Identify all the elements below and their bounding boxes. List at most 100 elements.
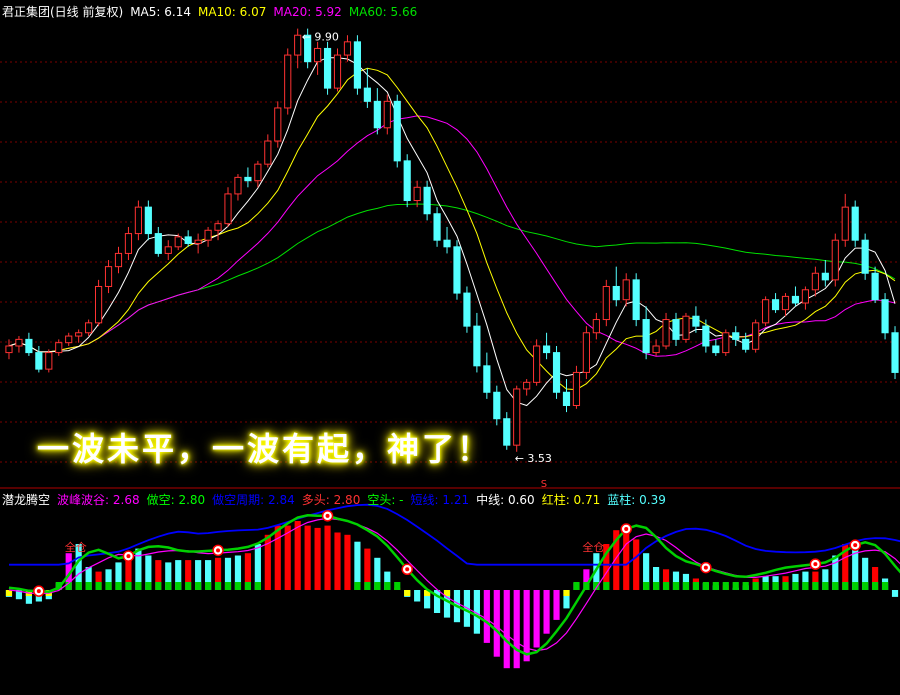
indicator-bar-base — [244, 582, 251, 590]
indicator-bar — [314, 527, 321, 590]
indicator-bar — [304, 525, 311, 590]
candle-body — [224, 193, 232, 225]
candle-body — [284, 54, 292, 109]
candle-body — [712, 345, 720, 354]
indicator-bar-base — [702, 582, 709, 590]
indicator-bar — [891, 590, 899, 597]
sell-marker: S — [541, 479, 547, 490]
candle-body — [821, 272, 829, 281]
ind-short-cycle: 做空周期: 2.84 — [212, 493, 295, 507]
indicator-bar-base — [404, 590, 411, 596]
candle-body — [473, 325, 481, 367]
indicator-bar-base — [374, 582, 381, 590]
indicator-bar — [623, 525, 630, 590]
indicator-series: 全仓 全仓 — [5, 503, 900, 669]
indicator-bar-base — [364, 582, 371, 590]
indicator-bar-base — [115, 582, 122, 590]
indicator-bar-base — [852, 582, 859, 590]
chart-canvas: 全仓 全仓 ← 9.90 ← 3.53 S — [0, 28, 900, 669]
ind-wave: 波峰波谷: 2.68 — [57, 493, 140, 507]
candle-body — [134, 206, 142, 235]
signal-marker-dot — [216, 548, 221, 553]
candle-body — [503, 418, 511, 446]
indicator-bar-base — [145, 582, 152, 590]
ma5-label: MA5: 6.14 — [130, 5, 191, 19]
indicator-bar-base — [135, 582, 142, 590]
candle-body — [552, 352, 561, 393]
candle-body — [75, 332, 83, 337]
candle-body — [15, 338, 23, 347]
indicator-header: 潜龙腾空 波峰波谷: 2.68 做空: 2.80 做空周期: 2.84 多头: 2.80… — [2, 491, 673, 508]
indicator-bar-base — [205, 582, 212, 590]
stock-title: 君正集团(日线 前复权) — [2, 5, 124, 19]
candle-body — [294, 34, 302, 56]
candle-body — [314, 47, 322, 63]
indicator-bar-base — [832, 582, 839, 590]
candle-body — [403, 160, 411, 202]
kline-header: 君正集团(日线 前复权) MA5: 6.14 MA10: 6.07 MA20: 5.9… — [2, 3, 424, 20]
indicator-bar — [513, 590, 520, 669]
candle-body — [692, 315, 700, 327]
indicator-bar — [274, 525, 281, 590]
chart-window: { "header": { "title": "君正集团(日线 前复权)", "… — [0, 0, 900, 695]
candle-body — [632, 279, 640, 321]
signal-marker-dot — [36, 589, 41, 594]
indicator-name: 潜龙腾空 — [2, 493, 51, 507]
candle-body — [393, 100, 401, 162]
signal-marker-dot — [405, 567, 410, 572]
indicator-bar-base — [732, 582, 739, 590]
indicator-bar-base — [792, 582, 799, 590]
candle-body — [114, 252, 123, 268]
candle-body — [562, 391, 571, 406]
candle-body — [592, 319, 600, 334]
candle-body — [5, 345, 13, 354]
candle-body — [433, 213, 441, 241]
candlestick-series — [5, 28, 899, 452]
candle-body — [264, 140, 272, 165]
indicator-bar-base — [354, 582, 361, 590]
candle-body — [483, 365, 491, 393]
indicator-bar — [543, 590, 550, 634]
candle-body — [861, 239, 869, 274]
candle-body — [523, 381, 531, 390]
indicator-bar-base — [672, 582, 680, 590]
candle-body — [65, 335, 73, 344]
candle-body — [752, 322, 760, 350]
candle-body — [493, 391, 501, 420]
candle-body — [184, 236, 192, 245]
indicator-bar-base — [85, 582, 92, 590]
candle-body — [234, 176, 242, 195]
candle-body — [413, 186, 421, 202]
candle-body — [513, 388, 521, 446]
candle-body — [353, 41, 362, 89]
indicator-bar-base — [105, 582, 112, 590]
signal-marker-dot — [126, 554, 131, 559]
candle-body — [423, 186, 431, 215]
candle-body — [144, 206, 152, 235]
signal-marker-dot — [624, 527, 629, 532]
indicator-bar — [483, 590, 490, 643]
ind-long: 多头: 2.80 — [301, 493, 361, 507]
indicator-bar-base — [175, 582, 182, 590]
indicator-bar-base — [195, 582, 202, 590]
indicator-bar-base — [812, 582, 819, 590]
indicator-bar-base — [125, 582, 132, 590]
candle-body — [45, 352, 53, 370]
indicator-bar-base — [742, 582, 749, 590]
candle-body — [104, 266, 113, 287]
ma20-label: MA20: 5.92 — [273, 5, 342, 19]
candle-body — [204, 229, 212, 241]
indicator-bar — [414, 590, 421, 602]
signal-marker-dot — [853, 543, 858, 548]
ind-bear: 空头: - — [367, 493, 404, 507]
candle-body — [682, 315, 690, 340]
candle-body — [881, 299, 889, 334]
signal-marker-dot — [703, 565, 708, 570]
full-position-label-1: 全仓 — [65, 540, 87, 554]
candle-body — [582, 332, 590, 373]
indicator-bar — [344, 534, 351, 590]
candle-body — [742, 338, 750, 350]
indicator-bar-base — [394, 582, 401, 590]
candle-body — [194, 239, 202, 245]
indicator-bar-base — [563, 590, 570, 596]
